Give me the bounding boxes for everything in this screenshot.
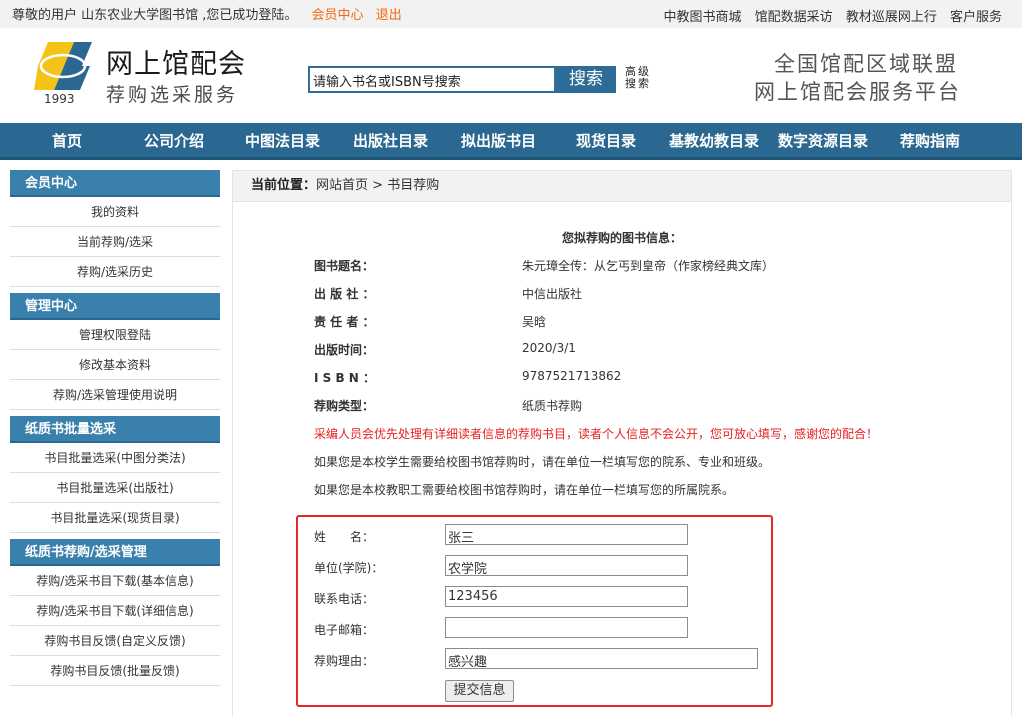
sidebar-heading-admin: 管理中心: [10, 293, 220, 320]
name-field[interactable]: 张三: [445, 524, 688, 545]
email-field[interactable]: [445, 617, 688, 638]
sidebar-heading-member: 会员中心: [10, 170, 220, 197]
sidebar-item-feedback-custom[interactable]: 荐购书目反馈(自定义反馈): [10, 626, 220, 656]
top-link-customer-service[interactable]: 客户服务: [950, 10, 1002, 25]
nav-publisher-catalog[interactable]: 出版社目录: [353, 123, 428, 160]
member-center-link[interactable]: 会员中心: [312, 8, 364, 23]
nav-clc-catalog[interactable]: 中图法目录: [245, 123, 320, 160]
phone-field[interactable]: 123456: [445, 586, 688, 607]
book-info-heading: 您拟荐购的图书信息：: [562, 231, 683, 245]
top-link-bookstore[interactable]: 中教图书商城: [664, 10, 742, 25]
site-subtitle: 荐购选采服务: [106, 84, 239, 106]
search-button[interactable]: 搜索: [556, 66, 616, 93]
reason-label: 荐购理由：: [314, 654, 375, 668]
author-label: 责 任 者 ：: [314, 315, 375, 329]
nav-company-intro[interactable]: 公司介绍: [144, 123, 204, 160]
logo-year: 1993: [44, 92, 75, 106]
sidebar-item-download-basic[interactable]: 荐购/选采书目下载(基本信息): [10, 566, 220, 596]
greeting-text: 尊敬的用户 山东农业大学图书馆 ,您已成功登陆。: [12, 8, 298, 23]
top-bar-links: 中教图书商城 馆配数据采访 教材巡展网上行 客户服务: [655, 6, 1002, 25]
sidebar-item-recommend-history[interactable]: 荐购/选采历史: [10, 257, 220, 287]
breadcrumb-current: 书目荐购: [387, 178, 440, 193]
unit-field[interactable]: 农学院: [445, 555, 688, 576]
unit-label: 单位(学院)：: [314, 561, 384, 575]
privacy-notice: 采编人员会优先处理有详细读者信息的荐购书目，读者个人信息不会公开，您可放心填写，…: [314, 427, 879, 441]
sidebar-item-feedback-batch[interactable]: 荐购书目反馈(批量反馈): [10, 656, 220, 686]
pub-date-label: 出版时间：: [314, 343, 375, 357]
staff-notice: 如果您是本校教职工需要给校图书馆荐购时，请在单位一栏填写您的所属院系。: [314, 483, 735, 497]
pub-date-value: 2020/3/1: [522, 341, 576, 355]
sidebar: 会员中心 我的资料 当前荐购/选采 荐购/选采历史 管理中心 管理权限登陆 修改…: [10, 170, 220, 686]
advanced-search-link[interactable]: 高级搜索: [625, 66, 653, 90]
breadcrumb: 当前位置：网站首页 > 书目荐购: [232, 170, 1012, 202]
top-link-textbook-exhibit[interactable]: 教材巡展网上行: [846, 10, 937, 25]
sidebar-heading-batch: 纸质书批量选采: [10, 416, 220, 443]
sidebar-item-admin-login[interactable]: 管理权限登陆: [10, 320, 220, 350]
slogan-line-2: 网上馆配会服务平台: [754, 80, 961, 104]
nav-recommend-guide[interactable]: 荐购指南: [900, 123, 960, 160]
book-title-value: 朱元璋全传：从乞丐到皇帝（作家榜经典文库）: [522, 259, 775, 273]
breadcrumb-separator: >: [372, 178, 384, 193]
phone-label: 联系电话：: [314, 592, 375, 606]
author-value: 吴晗: [522, 315, 547, 329]
submit-button[interactable]: 提交信息: [445, 680, 514, 702]
sidebar-item-batch-publisher[interactable]: 书目批量选采(出版社): [10, 473, 220, 503]
name-label: 姓 名：: [314, 530, 375, 544]
slogan-line-1: 全国馆配区域联盟: [774, 52, 958, 76]
breadcrumb-label: 当前位置：: [251, 178, 317, 193]
breadcrumb-home-link[interactable]: 网站首页: [316, 178, 368, 193]
sidebar-item-batch-in-stock[interactable]: 书目批量选采(现货目录): [10, 503, 220, 533]
site-header: 1993 网上馆配会 荐购选采服务 请输入书名或ISBN号搜索 搜索 高级搜索 …: [0, 28, 1022, 123]
sidebar-item-edit-profile[interactable]: 修改基本资料: [10, 350, 220, 380]
logout-link[interactable]: 退出: [376, 8, 402, 23]
main-nav: 首页 公司介绍 中图法目录 出版社目录 拟出版书目 现货目录 基教幼教目录 数字…: [0, 123, 1022, 160]
top-bar-left: 尊敬的用户 山东农业大学图书馆 ,您已成功登陆。 会员中心 退出: [12, 4, 402, 23]
isbn-value: 9787521713862: [522, 369, 622, 383]
recommend-type-label: 荐购类型：: [314, 399, 375, 413]
top-bar: 尊敬的用户 山东农业大学图书馆 ,您已成功登陆。 会员中心 退出 中教图书商城 …: [0, 0, 1022, 28]
sidebar-item-current-recommend[interactable]: 当前荐购/选采: [10, 227, 220, 257]
publisher-label: 出 版 社 ：: [314, 287, 375, 301]
sidebar-item-my-profile[interactable]: 我的资料: [10, 197, 220, 227]
nav-forthcoming-catalog[interactable]: 拟出版书目: [461, 123, 536, 160]
recommend-type-value: 纸质书荐购: [522, 399, 583, 413]
top-link-data-acquisition[interactable]: 馆配数据采访: [755, 10, 833, 25]
student-notice: 如果您是本校学生需要给校图书馆荐购时，请在单位一栏填写您的院系、专业和班级。: [314, 455, 771, 469]
logo-icon: [34, 42, 92, 90]
nav-home[interactable]: 首页: [52, 123, 82, 160]
sidebar-item-batch-clc[interactable]: 书目批量选采(中图分类法): [10, 443, 220, 473]
isbn-label: I S B N ：: [314, 371, 376, 385]
nav-in-stock-catalog[interactable]: 现货目录: [576, 123, 636, 160]
nav-k12-catalog[interactable]: 基教幼教目录: [669, 123, 759, 160]
email-label: 电子邮箱：: [314, 623, 375, 637]
sidebar-heading-recommend-mgmt: 纸质书荐购/选采管理: [10, 539, 220, 566]
nav-digital-catalog[interactable]: 数字资源目录: [778, 123, 868, 160]
site-title: 网上馆配会: [106, 49, 246, 80]
search-input[interactable]: 请输入书名或ISBN号搜索: [308, 66, 556, 93]
sidebar-item-admin-manual[interactable]: 荐购/选采管理使用说明: [10, 380, 220, 410]
publisher-value: 中信出版社: [522, 287, 583, 301]
sidebar-item-download-detail[interactable]: 荐购/选采书目下载(详细信息): [10, 596, 220, 626]
book-title-label: 图书题名：: [314, 259, 375, 273]
reason-field[interactable]: 感兴趣: [445, 648, 758, 669]
